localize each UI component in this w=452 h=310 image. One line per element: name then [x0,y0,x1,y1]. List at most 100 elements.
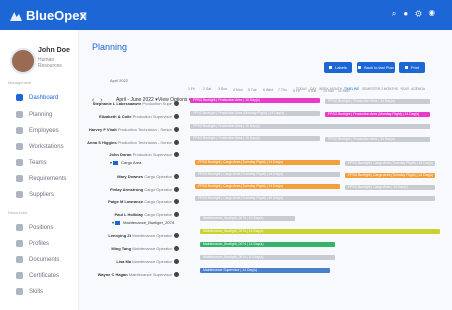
settings-icon[interactable]: ⚙ [415,9,428,18]
tab-semester[interactable]: SEMESTER [362,87,380,91]
assignment-bar[interactable]: FPSO Buelight | Production Area | 14 Day… [325,99,430,104]
sidebar-item-label: Skills [29,289,44,296]
resource-row[interactable]: Lennying Zt Maintenance Operator [108,233,172,238]
sidebar-item-employees[interactable]: Employees [16,127,59,134]
labels-button[interactable]: Labels [324,62,352,73]
sidebar-item-label: Certificates [29,273,60,280]
assignment-bar[interactable]: Maintenance_Buelight_0074 | 10 Day(s) [200,216,295,221]
resource-row[interactable]: Finlay Armstrong Cargo Operator [110,187,172,192]
group-maintenance[interactable]: ▾ Maintenance_Bueliger_2074 [112,220,174,225]
sidebar-item-label: Profiles [29,241,50,248]
resource-status-icon [174,101,179,106]
assignment-bar[interactable]: Maintenance_Buelight_0074 | 14 Day(s) [200,229,440,234]
resource-row[interactable]: Paige M Lowrance Cargo Operator [108,199,172,204]
dashboard-icon [16,94,23,101]
sidebar-item-label: Workstations [29,144,64,151]
sidebar-item-positions[interactable]: Positions [16,224,53,231]
page-title: Planning [92,42,128,52]
hamburger-menu-icon[interactable]: ≡ [80,8,87,22]
sidebar-item-planning[interactable]: Planning [16,111,52,118]
tab-agenda[interactable]: AGENDA [411,87,425,91]
assignment-bar[interactable]: FPSO Buelight | Cargo Area (Tuesday Flig… [345,161,435,166]
resource-row[interactable]: Mary Downes Cargo Operator [117,174,172,179]
day-label: 2 Sat [203,87,212,91]
user-name: John Doe [38,47,70,54]
assignment-bar[interactable]: FPSO Buelight | Production Area | 14 Day… [325,137,430,142]
resource-row[interactable]: Stephanie L Lakessaawre Production Supe [93,101,172,106]
planning-icon [16,111,23,118]
assignment-bar[interactable]: Maintenance_Buelight_0074 | 14 Day(s) [200,242,335,247]
tab-year[interactable]: YEAR [400,87,409,91]
resource-row[interactable]: Ming Tang Maintenance Operator [111,246,172,251]
assignment-bar[interactable]: FPSO Buelight | Production Area | 10 Day… [190,136,320,141]
resource-status-icon [174,212,179,217]
assignment-bar[interactable]: Maintenance Supervisor | 14 Day(s) [200,268,330,273]
label-icon [329,66,333,70]
resource-row[interactable]: Elizabeth & Colle Production Supervisor [99,114,172,119]
assignment-bar[interactable]: FPSO Buelight | Production Area (Monday … [190,111,320,116]
print-button[interactable]: Print [399,62,425,73]
resource-status-icon [174,199,179,204]
day-label: 6 Wed [263,88,274,92]
assignment-bar[interactable]: FPSO Buelight | Cargo Area (Tuesday Flig… [195,184,340,189]
chevron-down-icon: ▾ [112,220,115,225]
nav-header-resources: Resources [8,210,28,215]
day-label: 1 Fri [188,87,195,91]
sidebar-item-teams[interactable]: Teams [16,159,47,166]
resource-status-icon [174,152,179,157]
documents-icon [16,256,23,263]
assignment-bar[interactable]: FPSO Buelight | Cargo Area (Tuesday Flig… [195,160,340,165]
back-icon [358,66,362,70]
sidebar-item-label: Planning [29,112,53,119]
skills-icon [16,288,23,295]
notification-icon[interactable]: ● [403,9,415,18]
month-label: April 2022 [110,78,129,83]
print-icon [404,66,408,70]
day-label: 8 Fri [293,89,300,93]
day-label: 4 Mon [233,88,243,92]
chevron-down-icon: ▾ [110,160,113,165]
resource-row[interactable]: Harvey F Vhalt Production Technician - S… [89,127,172,132]
back-to-last-plan-button[interactable]: Back to last Plan [357,62,395,73]
resource-status-icon [174,140,179,145]
sidebar-item-label: Employees [29,128,59,135]
sidebar-item-label: Positions [29,225,54,232]
day-label: 9 Sat [308,89,317,93]
assignment-bar[interactable]: FPSO Buelight | Cargo Area | 14 Day(s) [345,185,435,190]
day-label: 10 Sun [323,89,335,93]
sidebar-item-profiles[interactable]: Profiles [16,240,49,247]
sidebar-item-skills[interactable]: Skills [16,288,43,295]
sidebar-item-requirements[interactable]: Requirements [16,175,66,182]
user-menu-icon[interactable]: ◉ [429,9,442,18]
avatar[interactable] [10,48,36,74]
assignment-bar[interactable]: FPSO Buelight | Production Area | 10 Day… [190,124,430,129]
day-label: 3 Sun [218,87,228,91]
search-icon[interactable]: ⌕ [392,9,403,18]
assignment-bar[interactable]: FPSO Buelight | Cargo Area (Tuesday Flig… [195,196,435,201]
top-bar: BlueOpex ≡ ⌕●⚙◉ [0,0,452,30]
sidebar-item-certificates[interactable]: Certificates [16,272,59,279]
sidebar-item-documents[interactable]: Documents [16,256,59,263]
assignment-bar[interactable]: FPSO Buelight | Cargo Area (Tuesday Flig… [345,173,435,178]
resource-status-icon [174,114,179,119]
resource-row[interactable]: John Doran Production Supervisor [109,152,172,157]
sidebar-item-dashboard[interactable]: Dashboard [16,94,58,101]
resource-row[interactable]: Paul L Holliday Cargo Operator [114,212,172,217]
tab-3-months[interactable]: 3 MONTHS [381,87,398,91]
group-cargo-area[interactable]: ▾ Cargo Area [110,160,141,165]
resource-row[interactable]: Wayne C Hagan Maintenance Supervisor [98,272,172,277]
logo-mark-icon [10,12,22,22]
assignment-bar[interactable]: FPSO Buelight | Production Area (Monday … [325,112,430,117]
top-icons: ⌕●⚙◉ [392,9,442,19]
sidebar-item-suppliers[interactable]: Suppliers [16,191,54,198]
folder-icon [113,160,119,165]
assignment-bar[interactable]: FPSO Buelight | Production Area | 10 Day… [190,98,320,103]
assignment-bar[interactable]: Maintenance_Buelight_0074 | 10 Day(s) [200,255,335,260]
resource-row[interactable]: Lisa Ma Maintenance Operator [116,259,172,264]
app-logo[interactable]: BlueOpex [10,8,87,23]
resource-row[interactable]: Anna S Higgins Production Technician - S… [87,140,172,145]
assignment-bar[interactable]: FPSO Buelight | Cargo Area (Tuesday Flig… [195,172,340,177]
sidebar-item-workstations[interactable]: Workstations [16,143,64,150]
user-role: Human Resources [38,57,62,69]
sidebar-item-label: Documents [29,257,60,264]
